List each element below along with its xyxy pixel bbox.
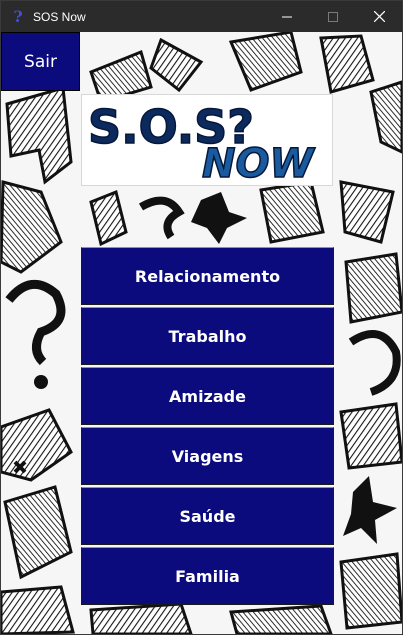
logo-image: S.O.S? NOW [87,99,316,188]
main-content: Sair S.O.S? NOW Relacionamento Trabalho … [1,32,402,634]
minimize-button[interactable] [264,1,310,32]
minimize-icon [282,16,292,17]
close-button[interactable] [356,1,402,32]
app-window: ? SOS Now Sair S.O.S? NOW Relacionamento… [0,0,403,635]
maximize-button[interactable] [310,1,356,32]
window-title: SOS Now [33,9,86,24]
window-controls [264,1,402,32]
menu-button-saude[interactable]: Saúde [81,487,334,545]
maximize-icon [328,11,338,22]
menu-button-familia[interactable]: Familia [81,547,334,605]
logo-line-2: NOW [202,141,315,185]
menu-button-trabalho[interactable]: Trabalho [81,307,334,365]
category-menu: Relacionamento Trabalho Amizade Viagens … [81,247,334,607]
sos-now-logo: S.O.S? NOW [81,94,333,188]
menu-button-relacionamento[interactable]: Relacionamento [81,247,334,305]
title-bar[interactable]: ? SOS Now [1,1,402,32]
exit-button[interactable]: Sair [1,32,80,91]
close-icon [373,11,385,22]
menu-button-amizade[interactable]: Amizade [81,367,334,425]
menu-button-viagens[interactable]: Viagens [81,427,334,485]
question-mark-icon: ? [13,7,23,26]
